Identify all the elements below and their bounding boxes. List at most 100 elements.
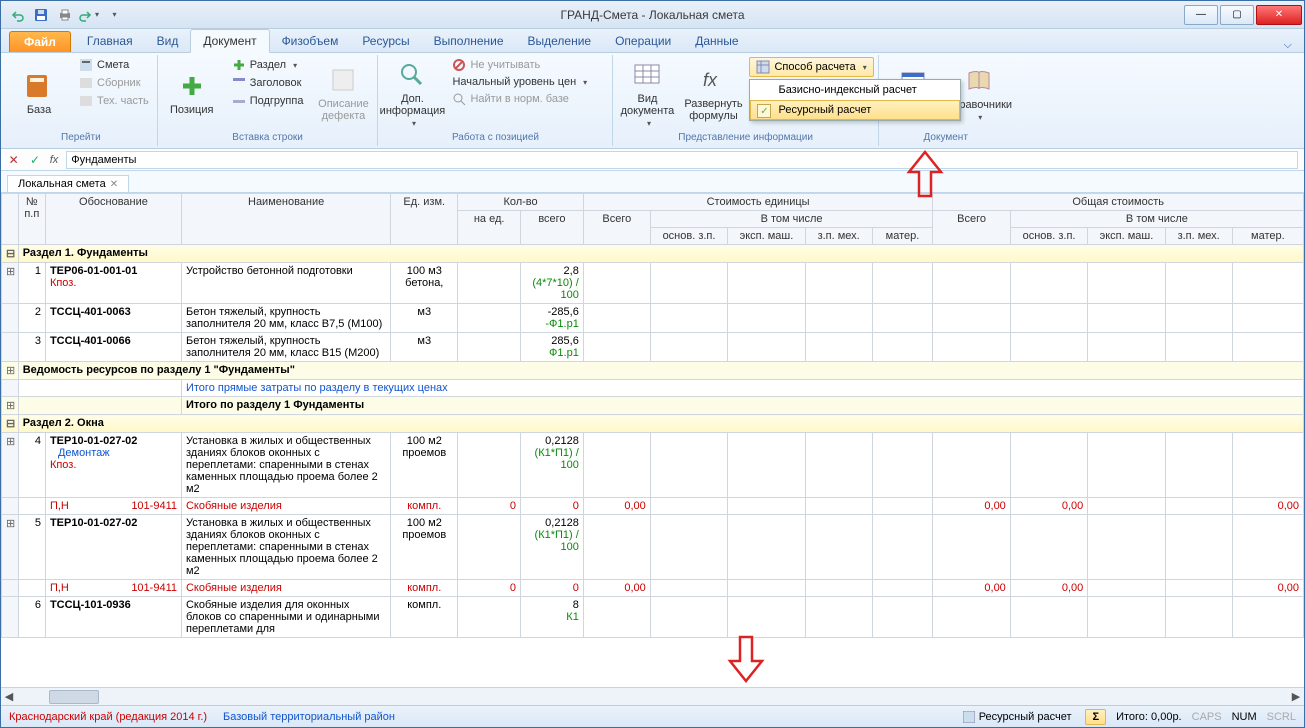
addinfo-label: Доп. информация <box>380 93 446 117</box>
sheet-tabs: Локальная смета ✕ <box>1 171 1304 193</box>
book-open-icon <box>963 65 995 97</box>
calc-opt-resource[interactable]: ✓ Ресурсный расчет <box>750 100 960 120</box>
calc-method-button[interactable]: Способ расчета <box>749 57 873 77</box>
ribbon-tabs: Файл Главная Вид Документ Физобъем Ресур… <box>1 29 1304 53</box>
formula-bar: ✕ ✓ fx <box>1 149 1304 171</box>
status-mode[interactable]: Ресурсный расчет <box>959 710 1076 724</box>
tab-main[interactable]: Главная <box>75 30 145 52</box>
svg-text:fx: fx <box>703 70 718 90</box>
group-pos-label: Работа с позицией <box>382 131 608 144</box>
tab-data[interactable]: Данные <box>683 30 750 52</box>
grid-header: № п.п Обоснование Наименование Ед. изм. … <box>2 194 1304 245</box>
tab-execution[interactable]: Выполнение <box>422 30 516 52</box>
addinfo-button[interactable]: Доп. информация <box>382 57 442 129</box>
docview-button[interactable]: Вид документа <box>617 57 677 129</box>
accept-icon[interactable]: ✓ <box>28 153 41 167</box>
window-title: ГРАНД-Смета - Локальная смета <box>1 8 1304 22</box>
position-button[interactable]: Позиция <box>162 57 222 129</box>
qat-save-icon[interactable] <box>31 5 51 25</box>
table-row[interactable]: 6 ТССЦ-101-0936Скобяные изделия для окон… <box>2 597 1304 638</box>
ribbon: База Смета Сборник Тех. часть Перейти По… <box>1 53 1304 149</box>
titlebar: ГРАНД-Смета - Локальная смета — ▢ ✕ <box>1 1 1304 29</box>
estimate-label: Смета <box>97 59 129 71</box>
fx-icon: fx <box>697 64 729 96</box>
group-doc-label: Документ <box>883 131 1009 144</box>
sheet-tab-local[interactable]: Локальная смета ✕ <box>7 175 129 192</box>
tab-view[interactable]: Вид <box>145 30 191 52</box>
scroll-right-icon[interactable]: ▶ <box>1288 689 1304 705</box>
techpart-button[interactable]: Тех. часть <box>75 93 153 109</box>
header-button[interactable]: Заголовок <box>228 75 308 91</box>
ignore-label: Не учитывать <box>470 59 540 71</box>
ribbon-minimize-icon[interactable]: ⌵ <box>1284 39 1292 52</box>
expand-button[interactable]: fx Развернуть формулы <box>683 57 743 129</box>
sheet-tab-label: Локальная смета <box>18 178 106 190</box>
table-row[interactable]: ⊞5 ТЕР10-01-027-02Установка в жилых и об… <box>2 515 1304 580</box>
statusbar: Краснодарский край (редакция 2014 г.) Ба… <box>1 705 1304 727</box>
ignore-button[interactable]: Не учитывать <box>448 57 608 73</box>
group-go-label: Перейти <box>9 131 153 144</box>
group-insert-label: Вставка строки <box>162 131 374 144</box>
findnorm-button[interactable]: Найти в норм. базе <box>448 91 608 107</box>
scroll-thumb[interactable] <box>49 690 99 704</box>
baselevel-button[interactable]: Начальный уровень цен <box>448 75 608 89</box>
calc-opt-baseindex[interactable]: Базисно-индексный расчет <box>750 80 960 100</box>
table-row[interactable]: 2 ТССЦ-401-0063Бетон тяжелый, крупность … <box>2 304 1304 333</box>
expand-label: Развернуть формулы <box>684 98 742 122</box>
summary-row[interactable]: Итого прямые затраты по разделу в текущи… <box>2 380 1304 397</box>
calc-method-label: Способ расчета <box>774 61 855 73</box>
qat-undo-icon[interactable] <box>7 5 27 25</box>
close-tab-icon[interactable]: ✕ <box>110 179 118 190</box>
collection-label: Сборник <box>97 77 141 89</box>
position-label: Позиция <box>170 104 214 116</box>
docview-label: Вид документа <box>621 93 675 117</box>
status-num: NUM <box>1232 711 1257 723</box>
scroll-left-icon[interactable]: ◀ <box>1 689 17 705</box>
status-sum[interactable]: Σ <box>1085 709 1106 725</box>
subgroup-button[interactable]: Подгруппа <box>228 93 308 109</box>
estimate-button[interactable]: Смета <box>75 57 153 73</box>
fx-label[interactable]: fx <box>50 154 59 166</box>
table-row[interactable]: П,Н101-9411 Скобяные изделиякомпл. 00 0,… <box>2 498 1304 515</box>
tab-operations[interactable]: Операции <box>603 30 683 52</box>
base-label: База <box>27 104 51 116</box>
defect-desc-label: Описание дефекта <box>318 98 369 122</box>
tab-file[interactable]: Файл <box>9 31 71 52</box>
minimize-button[interactable]: — <box>1184 5 1218 25</box>
subgroup-label: Подгруппа <box>250 95 304 107</box>
section-button[interactable]: Раздел <box>228 57 308 73</box>
cancel-icon[interactable]: ✕ <box>7 153 20 167</box>
qat-redo-icon[interactable] <box>79 5 99 25</box>
close-button[interactable]: ✕ <box>1256 5 1302 25</box>
collection-button[interactable]: Сборник <box>75 75 153 91</box>
magnifier-icon <box>396 59 428 91</box>
table-row[interactable]: П,Н101-9411 Скобяные изделиякомпл. 00 0,… <box>2 580 1304 597</box>
baselevel-label: Начальный уровень цен <box>452 76 576 88</box>
findnorm-label: Найти в норм. базе <box>470 93 568 105</box>
section-row[interactable]: ⊟Раздел 1. Фундаменты <box>2 245 1304 263</box>
formula-input[interactable] <box>66 151 1298 169</box>
status-total: Итого: 0,00р. <box>1116 711 1182 723</box>
status-district: Базовый территориальный район <box>223 711 395 723</box>
tab-resources[interactable]: Ресурсы <box>350 30 421 52</box>
tab-selection[interactable]: Выделение <box>516 30 604 52</box>
base-button[interactable]: База <box>9 57 69 129</box>
calc-method-menu: Базисно-индексный расчет ✓ Ресурсный рас… <box>749 79 961 121</box>
table-row[interactable]: 3 ТССЦ-401-0066Бетон тяжелый, крупность … <box>2 333 1304 362</box>
status-caps: CAPS <box>1192 711 1222 723</box>
resource-summary-row[interactable]: ⊞Ведомость ресурсов по разделу 1 "Фундам… <box>2 362 1304 380</box>
maximize-button[interactable]: ▢ <box>1220 5 1254 25</box>
group-view-label: Представление информации <box>617 131 873 144</box>
table-row[interactable]: ⊞1 ТЕР06-01-001-01Кпоз. Устройство бетон… <box>2 263 1304 304</box>
tab-document[interactable]: Документ <box>190 29 269 53</box>
qat-print-icon[interactable] <box>55 5 75 25</box>
section-row[interactable]: ⊟Раздел 2. Окна <box>2 415 1304 433</box>
checkmark-icon: ✓ <box>757 104 771 118</box>
qat-customize-icon[interactable] <box>103 5 123 25</box>
table-icon <box>631 59 663 91</box>
table-row[interactable]: ⊞4 ТЕР10-01-027-02ДемонтажКпоз. Установк… <box>2 433 1304 498</box>
status-region: Краснодарский край (редакция 2014 г.) <box>9 711 207 723</box>
tab-physvol[interactable]: Физобъем <box>270 30 351 52</box>
summary-row[interactable]: ⊞Итого по разделу 1 Фундаменты <box>2 397 1304 415</box>
horizontal-scrollbar[interactable]: ◀ ▶ <box>1 687 1304 705</box>
